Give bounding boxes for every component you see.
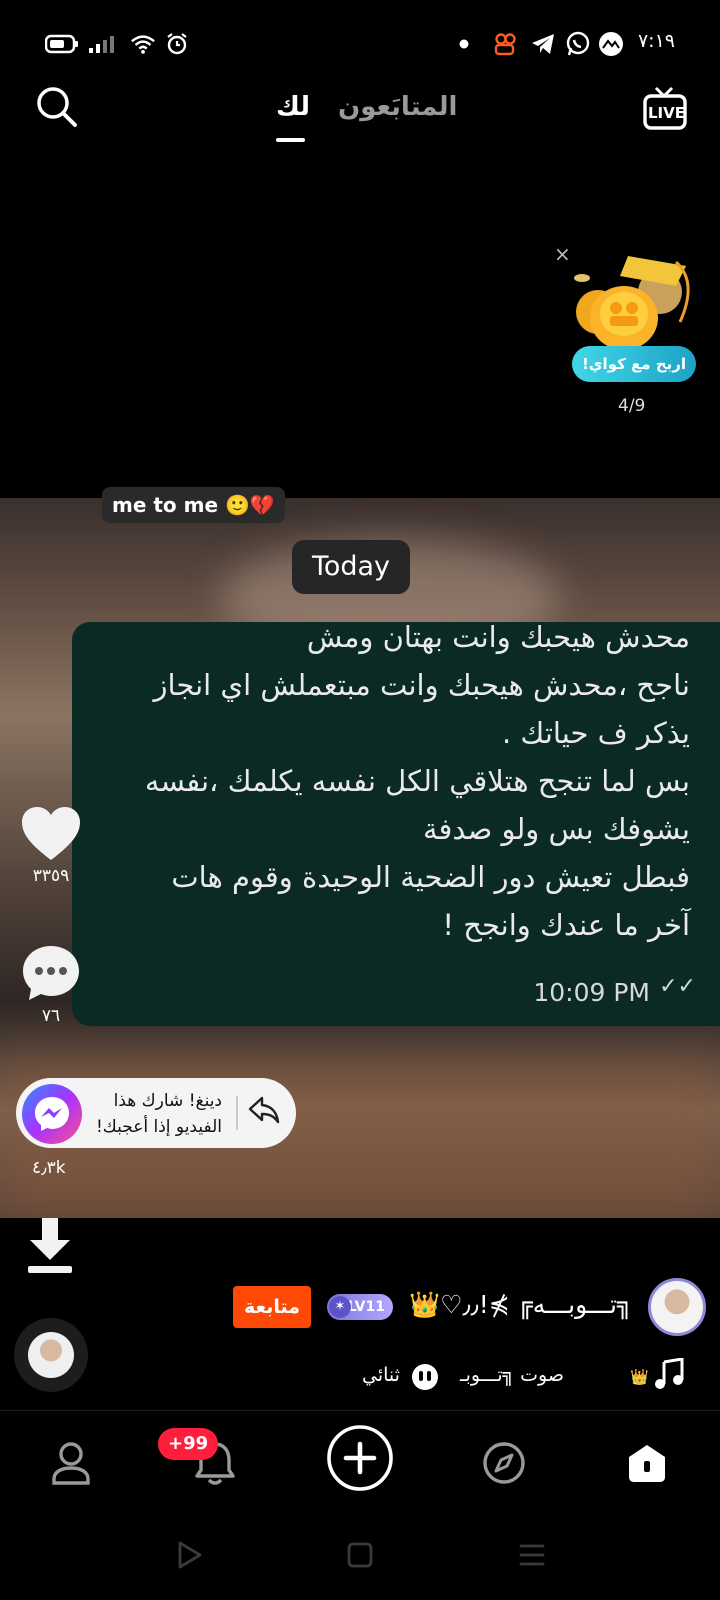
- level-star-icon: ✶: [329, 1296, 351, 1318]
- search-icon[interactable]: [34, 84, 80, 130]
- share-tooltip-text: دينغ! شارك هذا الفيديو إذا أعجبك!: [95, 1091, 222, 1137]
- app-notif-icon: [598, 32, 624, 56]
- alarm-icon: [164, 32, 190, 56]
- message-line: بس لما تنجح هتلاقي الكل نفسه يكلمك ،نفسه: [144, 764, 690, 798]
- video-caption: me to me 🙂💔: [102, 487, 285, 523]
- whatsapp-icon: [565, 31, 591, 56]
- tab-for-you[interactable]: لك: [276, 92, 310, 122]
- read-ticks-icon: ✓✓: [659, 974, 696, 999]
- live-tv-icon[interactable]: LIVE: [642, 84, 688, 132]
- create-post-button[interactable]: [325, 1423, 395, 1493]
- system-home-icon[interactable]: [335, 1530, 385, 1580]
- comment-count: ٧٦: [41, 1006, 61, 1026]
- sound-label[interactable]: صوت ╗تـــوبـ: [460, 1364, 564, 1386]
- chat-message-bubble: محدش هيحبك وانت بهتان ومش ناجح ،محدش هيح…: [72, 620, 720, 1026]
- signal-icon: [88, 32, 114, 56]
- notification-badge: +99: [158, 1428, 219, 1460]
- like-count: ٣٣٥٩: [32, 866, 70, 886]
- telegram-icon: [530, 32, 556, 56]
- comment-action[interactable]: ٧٦: [18, 944, 84, 1026]
- message-time: 10:09 PM: [533, 978, 650, 1007]
- duet-icon[interactable]: [410, 1362, 440, 1392]
- share-arrow-icon[interactable]: [248, 1094, 280, 1126]
- system-back-icon[interactable]: [164, 1530, 214, 1580]
- date-pill: Today: [292, 540, 410, 594]
- wifi-icon: [130, 32, 156, 56]
- message-line: فبطل تعيش دور الضحية الوحيدة وقوم هات: [171, 860, 690, 894]
- profile-icon[interactable]: [36, 1428, 106, 1498]
- share-divider: [236, 1096, 238, 1130]
- duet-label[interactable]: ثنائي: [362, 1364, 400, 1386]
- status-time: ٧:١٩: [637, 30, 675, 52]
- message-line: ناجح ،محدش هيحبك وانت مبتعملش اي انجاز: [153, 668, 690, 702]
- top-nav: المتابَعون لك LIVE: [0, 80, 720, 150]
- heart-icon[interactable]: [20, 806, 82, 862]
- messenger-icon[interactable]: [22, 1084, 82, 1144]
- home-icon[interactable]: [612, 1428, 682, 1498]
- author-avatar[interactable]: [648, 1278, 706, 1336]
- message-line: محدش هيحبك وانت بهتان ومش: [306, 620, 690, 654]
- live-label: LIVE: [648, 104, 685, 122]
- dot-icon: [458, 32, 470, 56]
- promo-label[interactable]: اربح مع كواي!: [572, 346, 696, 382]
- promo-progress: 4/9: [618, 396, 646, 416]
- kwai-notif-icon: [492, 32, 518, 56]
- follow-button[interactable]: متابعة: [233, 1286, 311, 1328]
- system-menu-icon[interactable]: [507, 1530, 557, 1580]
- comment-icon[interactable]: [21, 944, 81, 1002]
- music-note-icon: [654, 1357, 684, 1390]
- share-count: ٤٫٣k: [32, 1158, 66, 1178]
- crown-icon: 👑: [630, 1368, 649, 1386]
- author-name[interactable]: ╗تـــوبـــه╔ ⋡!٫٫♡👑: [409, 1290, 632, 1320]
- message-line: آخر ما عندك وانجح !: [442, 908, 690, 942]
- sound-disc-avatar[interactable]: [14, 1318, 88, 1392]
- like-action[interactable]: ٣٣٥٩: [18, 806, 84, 886]
- download-icon[interactable]: [24, 1216, 76, 1276]
- tab-underline: [276, 138, 305, 142]
- tab-following[interactable]: المتابَعون: [338, 92, 457, 122]
- discover-icon[interactable]: [469, 1428, 539, 1498]
- battery-icon: [44, 32, 80, 56]
- status-bar: ٧:١٩: [0, 0, 720, 80]
- message-line: يذكر ف حياتك .: [501, 716, 690, 750]
- message-line: يشوفك بس ولو صدفة: [422, 812, 690, 846]
